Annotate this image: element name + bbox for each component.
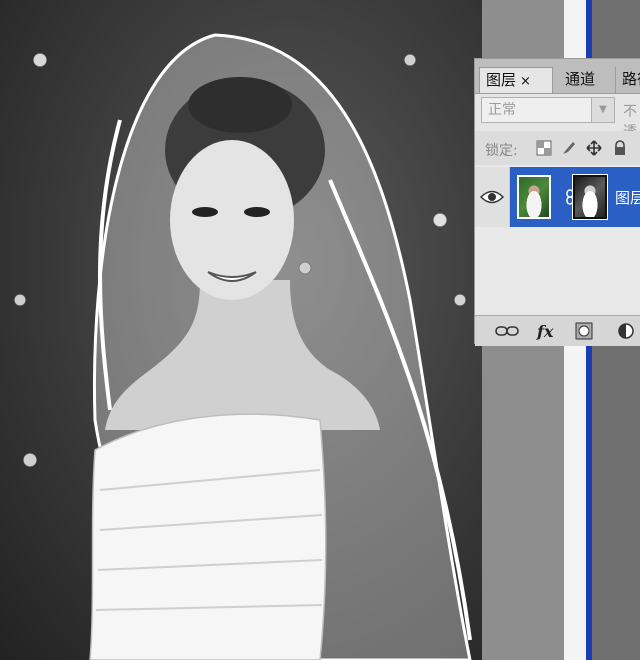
tab-channels[interactable]: 通道 xyxy=(559,67,613,93)
chevron-down-icon[interactable]: ▼ xyxy=(591,98,614,122)
close-icon[interactable]: × xyxy=(520,74,531,89)
tab-layers[interactable]: 图层 × xyxy=(479,67,553,93)
link-layers-icon[interactable] xyxy=(495,322,519,340)
tab-layers-label: 图层 xyxy=(486,71,517,89)
tab-paths[interactable]: 路径 xyxy=(615,67,640,93)
layer-row[interactable]: 图层 1 xyxy=(475,167,640,227)
visibility-toggle[interactable] xyxy=(475,167,510,227)
layer-mask-thumbnail[interactable] xyxy=(572,174,608,220)
panel-tabbar: 图层× 通道 路径 xyxy=(475,59,640,94)
tab-channels-label: 通道 xyxy=(565,70,596,88)
panel-bottom-bar: fx xyxy=(475,315,640,346)
transparency-lock-icon[interactable] xyxy=(535,139,553,157)
bride-photo xyxy=(89,33,472,660)
layer-thumbnail[interactable] xyxy=(517,175,551,219)
layer-name[interactable]: 图层 1 xyxy=(615,187,640,208)
adjustment-icon[interactable] xyxy=(617,322,635,340)
document-canvas[interactable] xyxy=(0,0,482,660)
layers-panel: 图层× 通道 路径 正常 ▼ 不透明度 锁定: xyxy=(474,58,640,346)
lock-label: 锁定: xyxy=(485,143,518,159)
padlock-icon[interactable] xyxy=(611,139,629,157)
earring xyxy=(298,261,312,275)
layers-list: 图层 1 xyxy=(475,165,640,315)
hair-bun xyxy=(188,77,292,133)
blend-mode-value: 正常 xyxy=(488,102,516,118)
brush-lock-icon[interactable] xyxy=(559,139,577,157)
right-eye xyxy=(244,207,270,217)
dress xyxy=(89,413,327,660)
blend-mode-select[interactable]: 正常 ▼ xyxy=(481,97,615,123)
left-eye xyxy=(192,207,218,217)
fx-icon[interactable]: fx xyxy=(537,322,553,341)
move-lock-icon[interactable] xyxy=(585,139,603,157)
lock-row: 锁定: xyxy=(475,131,640,165)
mask-icon[interactable] xyxy=(575,322,593,340)
eye-icon xyxy=(480,190,504,204)
tab-paths-label: 路径 xyxy=(622,70,640,88)
